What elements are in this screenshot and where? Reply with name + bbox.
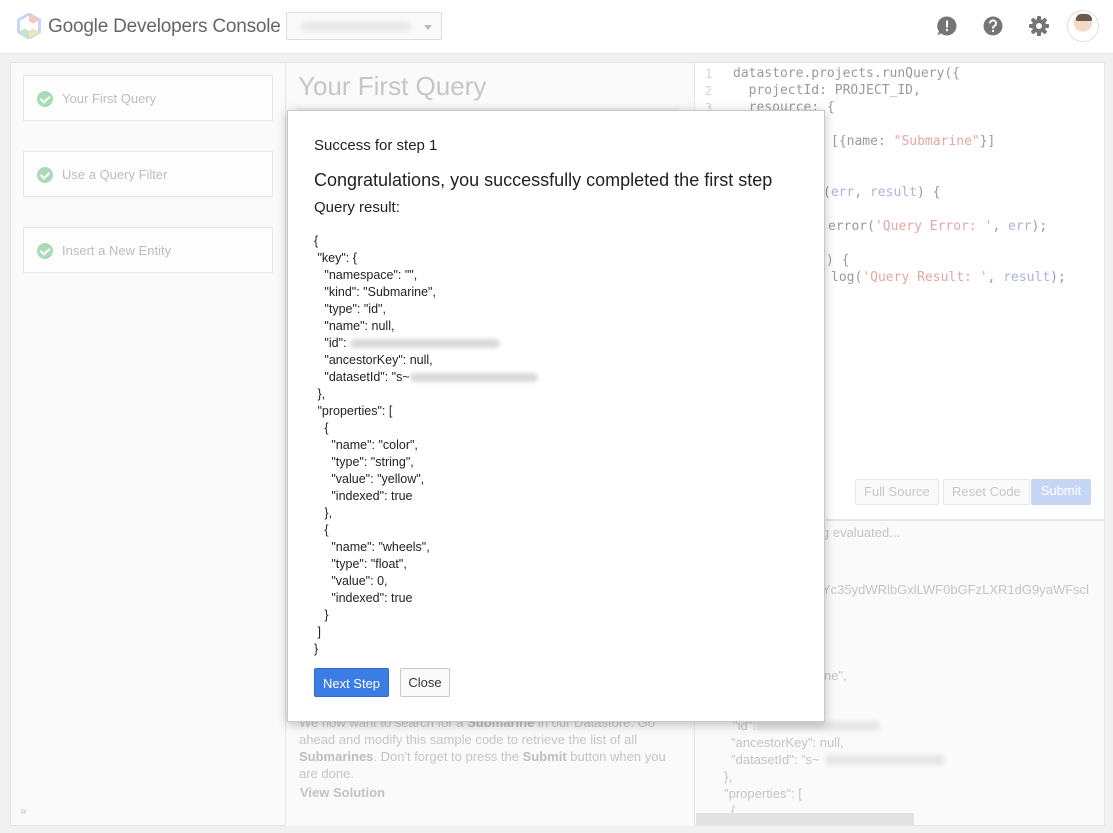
code-line: datastore.projects.runQuery({ bbox=[733, 66, 960, 81]
console-key-line: Yc35ydWRlbGxlLWF0bGFzLXR1dG9yaWFscl bbox=[822, 582, 1090, 597]
tutorial-instructions: We now want to search for a Submarine in… bbox=[299, 715, 666, 781]
help-icon[interactable] bbox=[982, 15, 1004, 37]
google-cloud-logo-icon[interactable] bbox=[16, 13, 42, 39]
steps-panel: Your First Query Use a Query Filter Inse… bbox=[10, 62, 286, 826]
step-label: Use a Query Filter bbox=[62, 167, 168, 182]
entity-id-redacted bbox=[349, 339, 500, 349]
view-solution-link[interactable]: View Solution bbox=[300, 785, 385, 800]
app-title[interactable]: Google Developers Console bbox=[48, 16, 281, 38]
dialog-subtitle: Success for step 1 bbox=[314, 137, 438, 154]
check-circle-icon bbox=[37, 91, 53, 107]
code-line: (err, result) { bbox=[823, 185, 941, 200]
id-redacted bbox=[755, 721, 880, 731]
step-label: Insert a New Entity bbox=[62, 243, 172, 258]
project-selector[interactable] bbox=[286, 12, 442, 40]
code-line: error('Query Error: ', err); bbox=[828, 219, 1048, 234]
close-button[interactable]: Close bbox=[400, 668, 450, 697]
code-line: projectId: PROJECT_ID, bbox=[733, 83, 921, 98]
user-avatar[interactable] bbox=[1067, 10, 1099, 42]
console-horizontal-scrollbar[interactable] bbox=[696, 813, 914, 825]
step-label: Your First Query bbox=[62, 91, 157, 106]
check-circle-icon bbox=[37, 243, 53, 259]
full-source-button[interactable]: Full Source bbox=[855, 479, 939, 505]
console-line: "ancestorKey": null, bbox=[731, 735, 844, 750]
code-line: ) { bbox=[826, 253, 850, 268]
tutorial-title: Your First Query bbox=[298, 71, 487, 101]
project-name-redacted bbox=[301, 21, 411, 32]
console-line: }, bbox=[724, 769, 732, 784]
query-result-json: { "key": { "namespace": "", "kind": "Sub… bbox=[314, 233, 538, 658]
console-line: "properties": [ bbox=[724, 786, 802, 801]
step-your-first-query[interactable]: Your First Query bbox=[23, 75, 273, 121]
console-line: "datasetId": "s~ bbox=[731, 752, 820, 767]
check-circle-icon bbox=[37, 167, 53, 183]
settings-gear-icon[interactable] bbox=[1028, 15, 1050, 37]
submit-button[interactable]: Submit bbox=[1031, 479, 1091, 505]
code-line: [{name: "Submarine"}] bbox=[831, 134, 996, 149]
chevron-down-icon bbox=[424, 25, 432, 30]
feedback-icon[interactable] bbox=[936, 15, 958, 37]
success-dialog: Success for step 1 Congratulations, you … bbox=[287, 110, 825, 722]
next-step-button[interactable]: Next Step bbox=[314, 668, 389, 697]
console-line: ne", bbox=[824, 668, 847, 683]
top-header: Google Developers Console bbox=[0, 0, 1113, 54]
query-result-label: Query result: bbox=[314, 199, 400, 216]
line-number: 2 bbox=[705, 84, 713, 98]
dialog-title: Congratulations, you successfully comple… bbox=[314, 170, 773, 190]
console-status: g evaluated... bbox=[822, 525, 901, 540]
line-number: 1 bbox=[705, 67, 713, 81]
reset-code-button[interactable]: Reset Code bbox=[943, 479, 1030, 505]
code-line: log('Query Result: ', result); bbox=[831, 270, 1066, 285]
step-insert-a-new-entity[interactable]: Insert a New Entity bbox=[23, 227, 273, 273]
dataset-id-redacted bbox=[825, 755, 945, 765]
expand-sidebar-icon[interactable]: » bbox=[20, 804, 27, 818]
step-use-a-query-filter[interactable]: Use a Query Filter bbox=[23, 151, 273, 197]
dataset-id-redacted bbox=[409, 373, 538, 383]
